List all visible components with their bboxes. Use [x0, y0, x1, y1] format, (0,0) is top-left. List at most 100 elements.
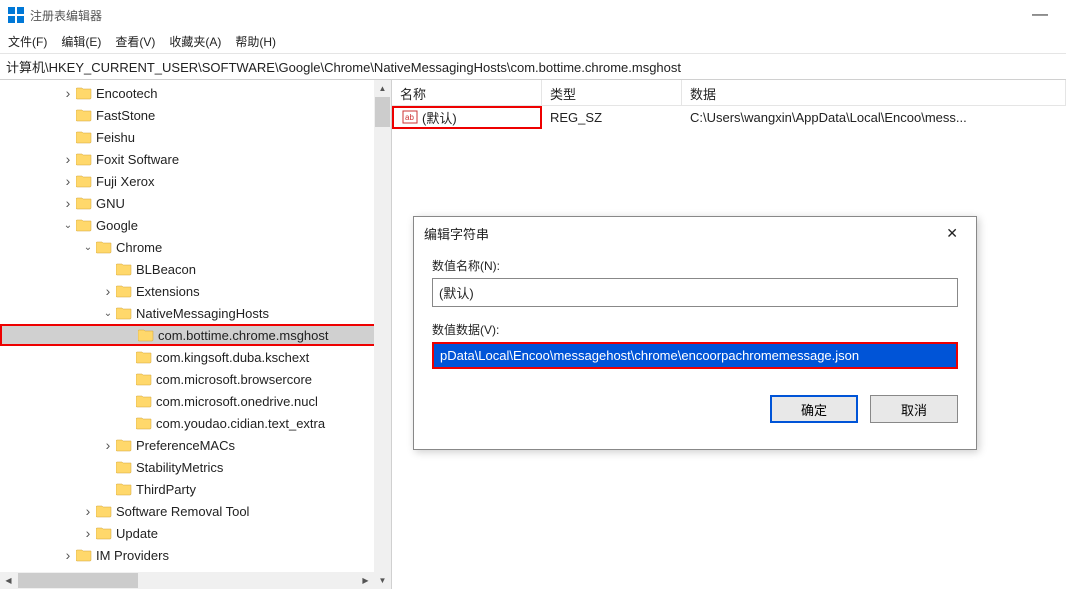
chevron-right-icon[interactable]: › — [80, 525, 96, 541]
tree-item[interactable]: FastStone — [0, 104, 391, 126]
tree-item-label: BLBeacon — [136, 262, 196, 277]
folder-icon — [76, 108, 92, 122]
cell-name: ab (默认) — [392, 106, 542, 129]
chevron-right-icon[interactable]: › — [100, 437, 116, 453]
close-icon[interactable]: ✕ — [938, 221, 966, 246]
folder-icon — [116, 460, 132, 474]
tree-item[interactable]: › IM Providers — [0, 544, 391, 566]
tree-item-label: Encootech — [96, 86, 157, 101]
tree-item-label: Google — [96, 218, 138, 233]
dialog-titlebar[interactable]: 编辑字符串 ✕ — [414, 217, 976, 249]
address-text: 计算机\HKEY_CURRENT_USER\SOFTWARE\Google\Ch… — [6, 57, 681, 76]
tree-item-label: Software Removal Tool — [116, 504, 249, 519]
chevron-down-icon[interactable]: ⌄ — [100, 308, 116, 319]
folder-icon — [96, 526, 112, 540]
app-icon — [8, 7, 24, 23]
tree-item[interactable]: › Extensions — [0, 280, 391, 302]
tree-item[interactable]: Feishu — [0, 126, 391, 148]
col-header-data[interactable]: 数据 — [682, 80, 1066, 105]
cell-data: C:\Users\wangxin\AppData\Local\Encoo\mes… — [682, 110, 1066, 125]
folder-icon — [116, 284, 132, 298]
value-name-field[interactable]: (默认) — [432, 278, 958, 307]
tree-item[interactable]: › Update — [0, 522, 391, 544]
tree-item[interactable]: com.microsoft.browsercore — [0, 368, 391, 390]
horizontal-scrollbar[interactable]: ◀ ▶ — [0, 572, 374, 589]
scroll-thumb[interactable] — [375, 97, 390, 127]
scroll-left-arrow[interactable]: ◀ — [0, 572, 17, 589]
tree: › Encootech FastStone Feishu ›Foxit Software… — [0, 80, 391, 568]
tree-item-label: GNU — [96, 196, 125, 211]
chevron-right-icon[interactable]: › — [100, 283, 116, 299]
folder-icon — [116, 262, 132, 276]
folder-icon — [116, 306, 132, 320]
folder-icon — [136, 416, 152, 430]
minimize-button[interactable]: — — [1022, 2, 1058, 28]
tree-item-label: com.microsoft.onedrive.nucl — [156, 394, 318, 409]
tree-item-label: IM Providers — [96, 548, 169, 563]
tree-item[interactable]: ›Foxit Software — [0, 148, 391, 170]
scroll-up-arrow[interactable]: ▲ — [374, 80, 391, 97]
tree-item[interactable]: › GNU — [0, 192, 391, 214]
menu-bar: 文件(F) 编辑(E) 查看(V) 收藏夹(A) 帮助(H) — [0, 30, 1066, 54]
tree-item[interactable]: BLBeacon — [0, 258, 391, 280]
tree-item-label: Extensions — [136, 284, 200, 299]
tree-item[interactable]: ⌄NativeMessagingHosts — [0, 302, 391, 324]
chevron-right-icon[interactable]: › — [60, 195, 76, 211]
chevron-right-icon[interactable]: › — [60, 151, 76, 167]
tree-item[interactable]: ThirdParty — [0, 478, 391, 500]
cell-name-text: (默认) — [422, 108, 457, 127]
tree-item[interactable]: › Fuji Xerox — [0, 170, 391, 192]
tree-item-label: PreferenceMACs — [136, 438, 235, 453]
folder-icon — [136, 372, 152, 386]
tree-item-label: Feishu — [96, 130, 135, 145]
tree-item-label: StabilityMetrics — [136, 460, 223, 475]
tree-item[interactable]: com.kingsoft.duba.kschext — [0, 346, 391, 368]
cancel-button[interactable]: 取消 — [870, 395, 958, 423]
tree-item[interactable]: StabilityMetrics — [0, 456, 391, 478]
scroll-thumb-h[interactable] — [18, 573, 138, 588]
tree-item[interactable]: › Encootech — [0, 82, 391, 104]
folder-icon — [76, 152, 92, 166]
col-header-name[interactable]: 名称 — [392, 80, 542, 105]
vertical-scrollbar[interactable]: ▲ ▼ — [374, 80, 391, 589]
tree-item[interactable]: com.bottime.chrome.msghost — [0, 324, 391, 346]
tree-item[interactable]: ⌄ Google — [0, 214, 391, 236]
chevron-down-icon[interactable]: ⌄ — [60, 220, 76, 231]
svg-text:ab: ab — [405, 113, 414, 122]
tree-item[interactable]: ⌄ Chrome — [0, 236, 391, 258]
tree-item-label: Chrome — [116, 240, 162, 255]
cell-type: REG_SZ — [542, 110, 682, 125]
tree-item-label: com.microsoft.browsercore — [156, 372, 312, 387]
col-header-type[interactable]: 类型 — [542, 80, 682, 105]
tree-item[interactable]: › PreferenceMACs — [0, 434, 391, 456]
dialog-title-text: 编辑字符串 — [424, 224, 489, 243]
chevron-right-icon[interactable]: › — [60, 547, 76, 563]
chevron-right-icon[interactable]: › — [60, 85, 76, 101]
menu-edit[interactable]: 编辑(E) — [61, 33, 101, 50]
tree-item[interactable]: com.microsoft.onedrive.nucl — [0, 390, 391, 412]
chevron-right-icon[interactable]: › — [60, 173, 76, 189]
tree-item[interactable]: com.youdao.cidian.text_extra — [0, 412, 391, 434]
list-row[interactable]: ab (默认) REG_SZ C:\Users\wangxin\AppData\… — [392, 106, 1066, 128]
address-bar[interactable]: 计算机\HKEY_CURRENT_USER\SOFTWARE\Google\Ch… — [0, 54, 1066, 80]
menu-help[interactable]: 帮助(H) — [235, 33, 276, 50]
folder-icon — [138, 328, 154, 342]
scroll-right-arrow[interactable]: ▶ — [357, 572, 374, 589]
tree-item-label: Fuji Xerox — [96, 174, 155, 189]
folder-icon — [76, 130, 92, 144]
chevron-right-icon[interactable]: › — [80, 503, 96, 519]
folder-icon — [76, 548, 92, 562]
chevron-down-icon[interactable]: ⌄ — [80, 242, 96, 253]
menu-file[interactable]: 文件(F) — [8, 33, 47, 50]
menu-view[interactable]: 查看(V) — [115, 33, 155, 50]
ok-button[interactable]: 确定 — [770, 395, 858, 423]
folder-icon — [116, 482, 132, 496]
tree-item-label: Update — [116, 526, 158, 541]
menu-favorites[interactable]: 收藏夹(A) — [169, 33, 221, 50]
tree-item-label: FastStone — [96, 108, 155, 123]
string-value-icon: ab — [402, 109, 418, 125]
scroll-down-arrow[interactable]: ▼ — [374, 572, 391, 589]
tree-item[interactable]: › Software Removal Tool — [0, 500, 391, 522]
title-bar: 注册表编辑器 — — [0, 0, 1066, 30]
value-data-field[interactable]: pData\Local\Encoo\messagehost\chrome\enc… — [432, 342, 958, 369]
